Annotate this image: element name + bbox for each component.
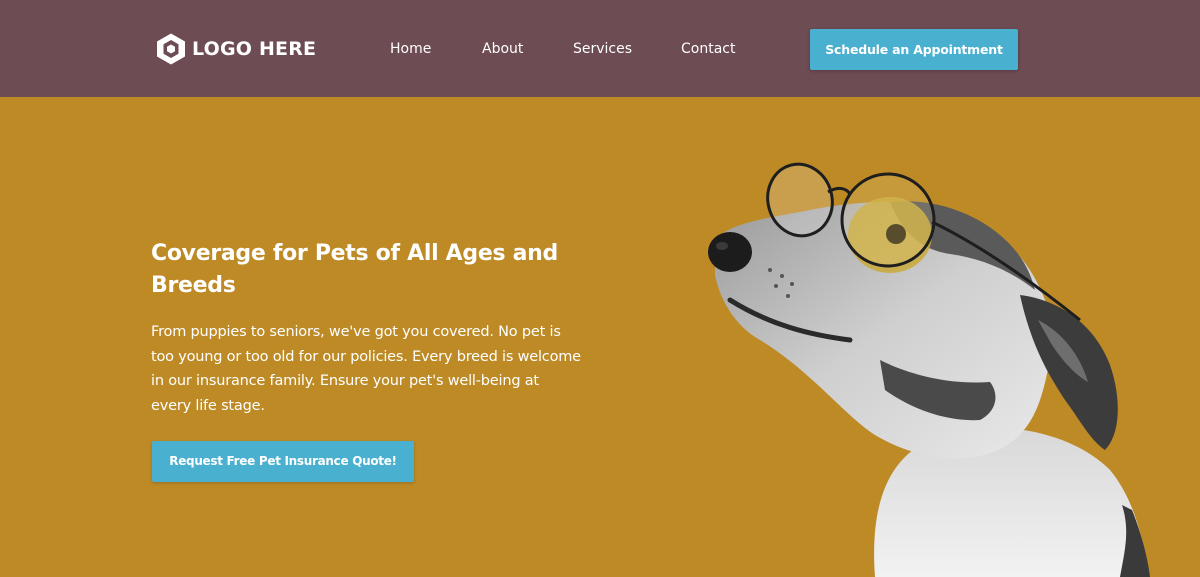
nav-home[interactable]: Home: [390, 40, 431, 58]
logo[interactable]: LOGO HERE: [154, 32, 316, 66]
landing-page: LOGO HERE Home About Services Contact Sc…: [0, 0, 1200, 577]
nav-services[interactable]: Services: [573, 40, 632, 58]
hexagon-logo-icon: [157, 33, 185, 65]
site-header: LOGO HERE Home About Services Contact Sc…: [0, 0, 1200, 97]
hero-title: Coverage for Pets of All Ages and Breeds: [151, 241, 558, 298]
logo-text: LOGO HERE: [192, 38, 317, 60]
nav-contact[interactable]: Contact: [681, 40, 735, 58]
dog-with-glasses-image: [708, 162, 1150, 577]
nav-about[interactable]: About: [482, 40, 523, 58]
hero-description: From puppies to seniors, we've got you c…: [151, 324, 581, 414]
schedule-appointment-button[interactable]: Schedule an Appointment: [810, 29, 1018, 70]
request-quote-button[interactable]: Request Free Pet Insurance Quote!: [152, 441, 414, 482]
